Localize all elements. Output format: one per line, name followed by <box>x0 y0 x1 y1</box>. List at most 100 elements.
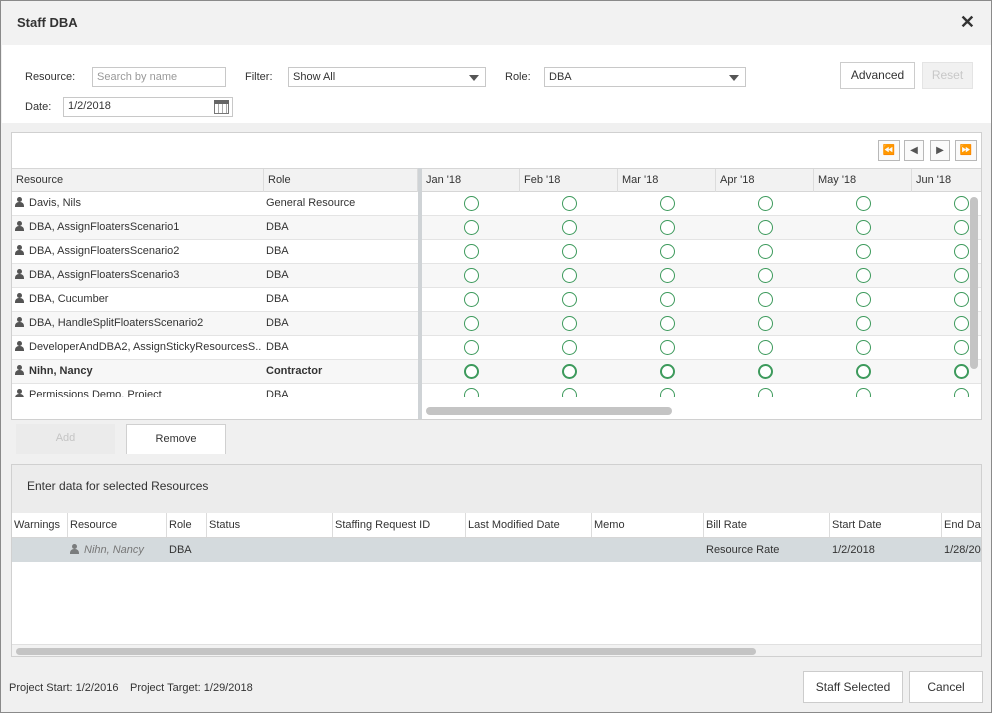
availability-circle-icon[interactable] <box>660 316 675 331</box>
availability-circle-icon[interactable] <box>758 268 773 283</box>
availability-circle-icon[interactable] <box>562 340 577 355</box>
availability-circle-icon[interactable] <box>464 340 479 355</box>
column-header-bill-rate[interactable]: Bill Rate <box>704 513 830 537</box>
column-header-start-date[interactable]: Start Date <box>830 513 942 537</box>
availability-circle-icon[interactable] <box>954 340 969 355</box>
column-header-role[interactable]: Role <box>167 513 207 537</box>
availability-circle-icon[interactable] <box>954 196 969 211</box>
remove-button[interactable]: Remove <box>126 424 226 454</box>
availability-circle-icon[interactable] <box>954 220 969 235</box>
availability-circle-icon[interactable] <box>758 196 773 211</box>
table-row[interactable]: DeveloperAndDBA2, AssignStickyResourcesS… <box>12 336 981 360</box>
column-header-role[interactable]: Role <box>264 169 418 192</box>
horizontal-scrollbar[interactable] <box>16 648 756 655</box>
date-input[interactable]: 1/2/2018 <box>63 97 233 117</box>
column-header-resource[interactable]: Resource <box>68 513 167 537</box>
availability-circle-icon[interactable] <box>562 388 577 397</box>
last-page-icon[interactable]: ⏩ <box>955 140 977 161</box>
availability-circle-icon[interactable] <box>464 220 479 235</box>
availability-circle-icon[interactable] <box>856 220 871 235</box>
calendar-icon[interactable] <box>214 100 229 114</box>
bill-rate-cell[interactable]: Resource Rate <box>706 538 828 562</box>
add-button[interactable]: Add <box>16 424 115 454</box>
availability-circle-icon[interactable] <box>660 388 675 397</box>
availability-circle-icon[interactable] <box>758 244 773 259</box>
reset-button[interactable]: Reset <box>922 62 973 89</box>
availability-circle-icon[interactable] <box>954 364 969 379</box>
role-select[interactable]: DBA <box>544 67 746 87</box>
availability-circle-icon[interactable] <box>856 268 871 283</box>
staff-selected-button[interactable]: Staff Selected <box>803 671 903 703</box>
memo-cell[interactable] <box>594 538 702 562</box>
availability-circle-icon[interactable] <box>954 388 969 397</box>
availability-circle-icon[interactable] <box>758 316 773 331</box>
pane-splitter[interactable] <box>418 168 422 419</box>
availability-circle-icon[interactable] <box>562 268 577 283</box>
availability-circle-icon[interactable] <box>954 268 969 283</box>
cancel-button[interactable]: Cancel <box>909 671 983 703</box>
availability-circle-icon[interactable] <box>758 364 773 379</box>
advanced-button[interactable]: Advanced <box>840 62 915 89</box>
next-page-icon[interactable]: ▶ <box>930 140 950 161</box>
availability-circle-icon[interactable] <box>856 340 871 355</box>
table-row[interactable]: DBA, AssignFloatersScenario2 DBA <box>12 240 981 264</box>
status-cell[interactable] <box>209 538 331 562</box>
table-row[interactable]: DBA, AssignFloatersScenario3 DBA <box>12 264 981 288</box>
availability-circle-icon[interactable] <box>954 244 969 259</box>
availability-circle-icon[interactable] <box>464 196 479 211</box>
table-row[interactable]: Permissions Demo, Project DBA <box>12 384 981 397</box>
availability-circle-icon[interactable] <box>954 316 969 331</box>
availability-circle-icon[interactable] <box>562 220 577 235</box>
availability-circle-icon[interactable] <box>856 388 871 397</box>
column-header-end-date[interactable]: End Date <box>942 513 981 537</box>
availability-circle-icon[interactable] <box>660 268 675 283</box>
first-page-icon[interactable]: ⏪ <box>878 140 900 161</box>
table-row[interactable]: DBA, Cucumber DBA <box>12 288 981 312</box>
prev-page-icon[interactable]: ◀ <box>904 140 924 161</box>
table-row[interactable]: Davis, Nils General Resource <box>12 192 981 216</box>
availability-circle-icon[interactable] <box>660 196 675 211</box>
availability-circle-icon[interactable] <box>660 364 675 379</box>
end-date-cell[interactable]: 1/28/2018 <box>944 538 981 562</box>
availability-circle-icon[interactable] <box>758 292 773 307</box>
table-row-selected[interactable]: Nihn, Nancy Contractor <box>12 360 981 384</box>
availability-circle-icon[interactable] <box>758 388 773 397</box>
horizontal-scrollbar[interactable] <box>426 407 672 415</box>
entry-row[interactable]: Nihn, Nancy DBA Resource Rate 1/2/2018 1… <box>12 538 981 562</box>
availability-circle-icon[interactable] <box>758 340 773 355</box>
availability-circle-icon[interactable] <box>562 316 577 331</box>
column-header-last-modified-date[interactable]: Last Modified Date <box>466 513 592 537</box>
availability-circle-icon[interactable] <box>660 340 675 355</box>
resource-search-input[interactable] <box>92 67 226 87</box>
availability-circle-icon[interactable] <box>562 364 577 379</box>
availability-circle-icon[interactable] <box>562 196 577 211</box>
start-date-cell[interactable]: 1/2/2018 <box>832 538 940 562</box>
staffing-request-id-cell[interactable] <box>335 538 464 562</box>
availability-circle-icon[interactable] <box>464 388 479 397</box>
availability-circle-icon[interactable] <box>660 220 675 235</box>
availability-circle-icon[interactable] <box>562 292 577 307</box>
column-header-resource[interactable]: Resource <box>12 169 264 192</box>
column-header-status[interactable]: Status <box>207 513 333 537</box>
availability-circle-icon[interactable] <box>464 268 479 283</box>
table-row[interactable]: DBA, HandleSplitFloatersScenario2 DBA <box>12 312 981 336</box>
table-row[interactable]: DBA, AssignFloatersScenario1 DBA <box>12 216 981 240</box>
column-header-staffing-request-id[interactable]: Staffing Request ID <box>333 513 466 537</box>
availability-circle-icon[interactable] <box>660 292 675 307</box>
availability-circle-icon[interactable] <box>464 316 479 331</box>
availability-circle-icon[interactable] <box>856 292 871 307</box>
availability-circle-icon[interactable] <box>856 196 871 211</box>
availability-circle-icon[interactable] <box>464 292 479 307</box>
filter-select[interactable]: Show All <box>288 67 486 87</box>
availability-circle-icon[interactable] <box>660 244 675 259</box>
availability-circle-icon[interactable] <box>464 244 479 259</box>
availability-circle-icon[interactable] <box>954 292 969 307</box>
availability-circle-icon[interactable] <box>856 244 871 259</box>
availability-circle-icon[interactable] <box>562 244 577 259</box>
column-header-warnings[interactable]: Warnings <box>12 513 68 537</box>
close-icon[interactable]: ✕ <box>960 13 975 31</box>
availability-circle-icon[interactable] <box>464 364 479 379</box>
column-header-memo[interactable]: Memo <box>592 513 704 537</box>
vertical-scrollbar[interactable] <box>970 197 978 369</box>
availability-circle-icon[interactable] <box>856 364 871 379</box>
